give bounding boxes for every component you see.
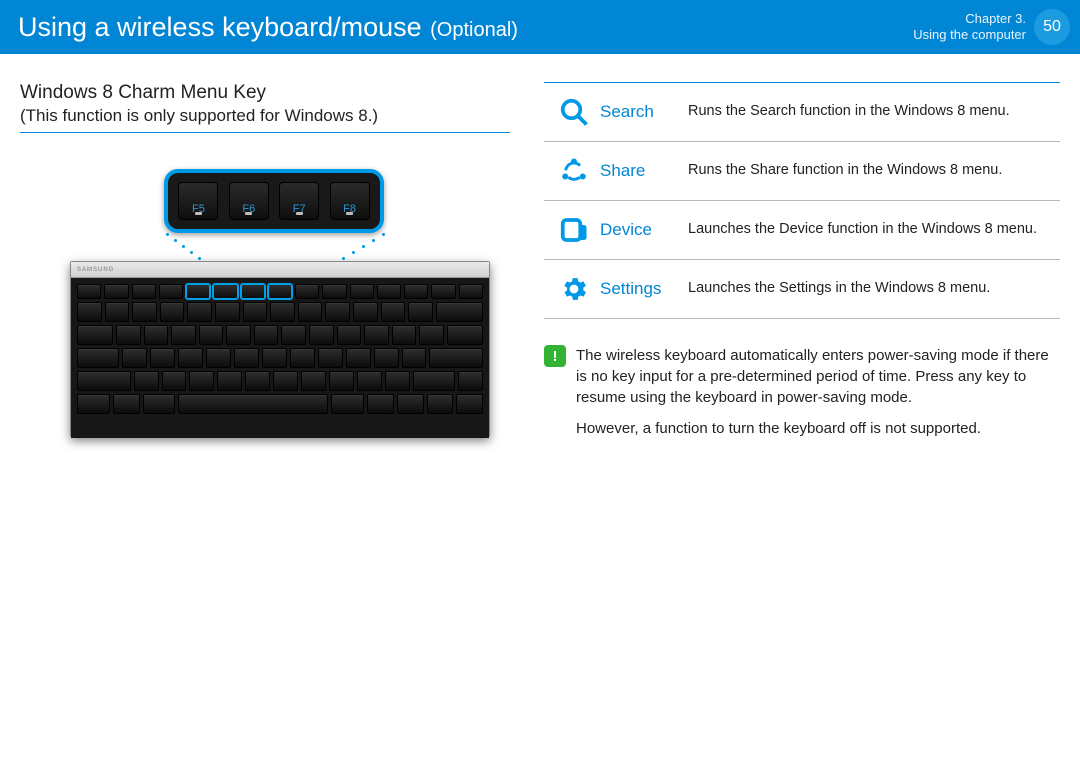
chapter-label: Chapter 3. Using the computer [913,11,1026,44]
note-box: ! The wireless keyboard automatically en… [544,345,1060,449]
zoom-key-f6: F6 [229,182,269,220]
key-f8-highlight [268,284,292,299]
device-icon [548,215,600,245]
info-icon: ! [544,345,566,367]
key-f5-highlight [186,284,210,299]
callout-dots [166,233,167,234]
keyboard-figure: F5 F6 F7 F8 SAMSUNG [20,169,510,479]
keyboard-body [71,278,489,438]
page-title: Using a wireless keyboard/mouse (Optiona… [18,12,518,43]
function-row-share: Share Runs the Share function in the Win… [544,142,1060,201]
zoom-key-f8: F8 [330,182,370,220]
search-icon [548,97,600,127]
title-optional: (Optional) [430,19,518,41]
settings-icon [548,274,600,304]
note-text: The wireless keyboard automatically ente… [576,345,1060,449]
fn-row [77,284,483,299]
header-right: Chapter 3. Using the computer 50 [913,9,1070,45]
page-number-badge: 50 [1034,9,1070,45]
right-column: Search Runs the Search function in the W… [520,82,1060,479]
page-header: Using a wireless keyboard/mouse (Optiona… [0,0,1080,54]
page-number: 50 [1043,18,1061,36]
zoom-key-f5: F5 [178,182,218,220]
function-label: Settings [600,279,688,299]
section-heading: Windows 8 Charm Menu Key [20,82,510,104]
note-paragraph-2: However, a function to turn the keyboard… [576,418,1060,439]
zoom-callout: F5 F6 F7 F8 [164,169,384,233]
keyboard-illustration: SAMSUNG [70,261,490,437]
section-support-note: (This function is only supported for Win… [20,106,510,126]
function-desc: Launches the Device function in the Wind… [688,220,1056,240]
function-row-device: Device Launches the Device function in t… [544,201,1060,260]
key-f7-highlight [241,284,265,299]
function-desc: Launches the Settings in the Windows 8 m… [688,279,1056,299]
key-f6-highlight [213,284,237,299]
keyboard-brand: SAMSUNG [71,262,489,278]
function-row-settings: Settings Launches the Settings in the Wi… [544,260,1060,319]
left-column: Windows 8 Charm Menu Key (This function … [20,82,520,479]
function-label: Share [600,161,688,181]
chapter-line1: Chapter 3. [913,11,1026,27]
callout-dots-right [382,233,383,234]
function-desc: Runs the Search function in the Windows … [688,102,1056,122]
zoom-key-f7: F7 [279,182,319,220]
note-paragraph-1: The wireless keyboard automatically ente… [576,345,1060,408]
chapter-line2: Using the computer [913,27,1026,43]
section-rule [20,132,510,133]
function-label: Device [600,220,688,240]
function-desc: Runs the Share function in the Windows 8… [688,161,1056,181]
share-icon [548,156,600,186]
function-label: Search [600,102,688,122]
page-body: Windows 8 Charm Menu Key (This function … [0,54,1080,479]
title-main: Using a wireless keyboard/mouse [18,12,422,42]
function-table: Search Runs the Search function in the W… [544,82,1060,319]
function-row-search: Search Runs the Search function in the W… [544,83,1060,142]
